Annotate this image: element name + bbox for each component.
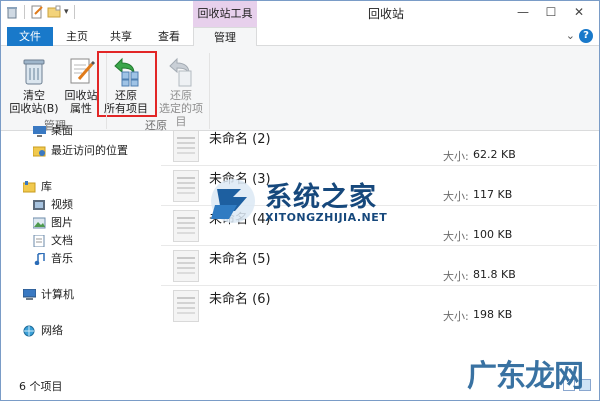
nav-item-pictures[interactable]: 图片 xyxy=(33,215,73,231)
expand-ribbon-icon[interactable]: ⌄ xyxy=(566,29,575,43)
file-name: 未命名 (4) xyxy=(209,212,271,227)
file-name: 未命名 (6) xyxy=(209,292,271,307)
empty-bin-label-2: 回收站(B) xyxy=(9,102,59,115)
recycle-bin-icon xyxy=(23,59,45,85)
ribbon-group-separator xyxy=(209,53,210,129)
file-name: 未命名 (3) xyxy=(209,172,271,187)
tab-home[interactable]: 主页 xyxy=(57,27,97,46)
minimize-icon[interactable]: — xyxy=(509,1,537,23)
navigation-pane: 桌面 最近访问的位置 库 视频 图片 文档 音乐 计算机 网络 xyxy=(1,124,151,371)
maximize-icon[interactable]: ☐ xyxy=(537,1,565,23)
file-size: 198 KB xyxy=(473,308,513,321)
size-label: 大小: xyxy=(443,230,469,243)
qat-dropdown-icon[interactable]: ▾ xyxy=(64,5,69,19)
size-label: 大小: xyxy=(443,310,469,323)
size-label: 大小: xyxy=(443,190,469,203)
file-item[interactable]: 未命名 (2) 大小: 62.2 KB xyxy=(161,128,597,166)
properties-small-icon[interactable] xyxy=(30,5,44,19)
nav-item-music[interactable]: 音乐 xyxy=(33,251,73,267)
nav-label: 音乐 xyxy=(51,252,73,265)
tab-share[interactable]: 共享 xyxy=(101,27,141,46)
nav-label: 网络 xyxy=(41,324,63,337)
nav-label: 库 xyxy=(41,180,52,193)
properties-label-1: 回收站 xyxy=(64,89,98,102)
properties-icon xyxy=(70,58,96,84)
item-count: 6 个项目 xyxy=(19,380,63,393)
size-label: 大小: xyxy=(443,150,469,163)
file-size: 81.8 KB xyxy=(473,268,516,281)
new-folder-small-icon[interactable] xyxy=(47,5,61,19)
size-label: 大小: xyxy=(443,270,469,283)
nav-label: 最近访问的位置 xyxy=(51,144,128,157)
empty-bin-label-1: 清空 xyxy=(23,89,45,102)
nav-label: 图片 xyxy=(51,216,73,229)
nav-label: 计算机 xyxy=(41,288,74,301)
quick-access-toolbar: ▾ xyxy=(5,5,77,19)
documents-icon xyxy=(33,235,45,247)
recycle-bin-properties-button[interactable]: 回收站 属性 xyxy=(61,53,101,115)
ribbon-help: ⌄ ? xyxy=(566,29,593,43)
file-name: 未命名 (5) xyxy=(209,252,271,267)
window-title: 回收站 xyxy=(367,7,404,21)
recycle-bin-small-icon[interactable] xyxy=(5,5,19,19)
document-thumbnail-icon xyxy=(173,290,199,322)
recent-places-icon xyxy=(33,146,46,157)
document-thumbnail-icon xyxy=(173,250,199,282)
document-thumbnail-icon xyxy=(173,170,199,202)
restore-selected-icon xyxy=(169,57,192,87)
desktop-icon xyxy=(33,126,46,137)
qat-separator xyxy=(24,5,25,19)
ribbon-tabs: 文件 主页 共享 查看 管理 ⌄ ? xyxy=(1,27,599,47)
empty-recycle-bin-button[interactable]: 清空 回收站(B) xyxy=(9,53,59,115)
help-icon[interactable]: ? xyxy=(579,29,593,43)
music-icon xyxy=(34,253,45,265)
ribbon-group-separator xyxy=(106,53,107,129)
title-bar: ▾ 回收站工具 回收站 — ☐ ✕ xyxy=(1,1,599,27)
file-list: 未命名 (2) 大小: 62.2 KB 未命名 (3) 大小: 117 KB 未… xyxy=(151,128,599,371)
file-size: 100 KB xyxy=(473,228,513,241)
nav-label: 视频 xyxy=(51,198,73,211)
context-tab-group-label: 回收站工具 xyxy=(193,1,257,27)
nav-item-videos[interactable]: 视频 xyxy=(33,197,73,213)
file-item[interactable]: 未命名 (6) 大小: 198 KB xyxy=(161,288,597,326)
pictures-icon xyxy=(33,217,46,229)
tab-view[interactable]: 查看 xyxy=(149,27,189,46)
close-icon[interactable]: ✕ xyxy=(565,1,593,23)
recycle-bin-window: ▾ 回收站工具 回收站 — ☐ ✕ 文件 主页 共享 查看 管理 ⌄ ? 清空 … xyxy=(0,0,600,401)
file-item[interactable]: 未命名 (5) 大小: 81.8 KB xyxy=(161,248,597,286)
restore-selected-label-1: 还原 xyxy=(170,89,192,102)
file-item[interactable]: 未命名 (4) 大小: 100 KB xyxy=(161,208,597,246)
nav-item-libraries[interactable]: 库 xyxy=(23,179,52,195)
tab-manage[interactable]: 管理 xyxy=(193,27,257,47)
file-item[interactable]: 未命名 (3) 大小: 117 KB xyxy=(161,168,597,206)
video-icon xyxy=(33,200,45,210)
nav-item-recent[interactable]: 最近访问的位置 xyxy=(33,143,128,159)
corner-watermark: 广东龙网 xyxy=(467,359,584,394)
nav-item-computer[interactable]: 计算机 xyxy=(23,287,74,303)
nav-label: 文档 xyxy=(51,234,73,247)
nav-item-desktop[interactable]: 桌面 xyxy=(33,123,73,139)
document-thumbnail-icon xyxy=(173,130,199,162)
file-name: 未命名 (2) xyxy=(209,132,271,147)
tab-file[interactable]: 文件 xyxy=(7,27,53,46)
nav-item-network[interactable]: 网络 xyxy=(23,323,63,339)
document-thumbnail-icon xyxy=(173,210,199,242)
network-icon xyxy=(23,325,35,337)
computer-icon xyxy=(23,289,36,300)
nav-item-documents[interactable]: 文档 xyxy=(33,233,73,249)
qat-separator xyxy=(73,5,75,19)
nav-label: 桌面 xyxy=(51,124,73,137)
restore-selected-items-button[interactable]: 还原 选定的项目 xyxy=(155,53,207,128)
file-size: 117 KB xyxy=(473,188,513,201)
file-size: 62.2 KB xyxy=(473,148,516,161)
library-icon xyxy=(23,181,36,193)
window-controls: — ☐ ✕ xyxy=(509,1,593,23)
properties-label-2: 属性 xyxy=(70,102,92,115)
